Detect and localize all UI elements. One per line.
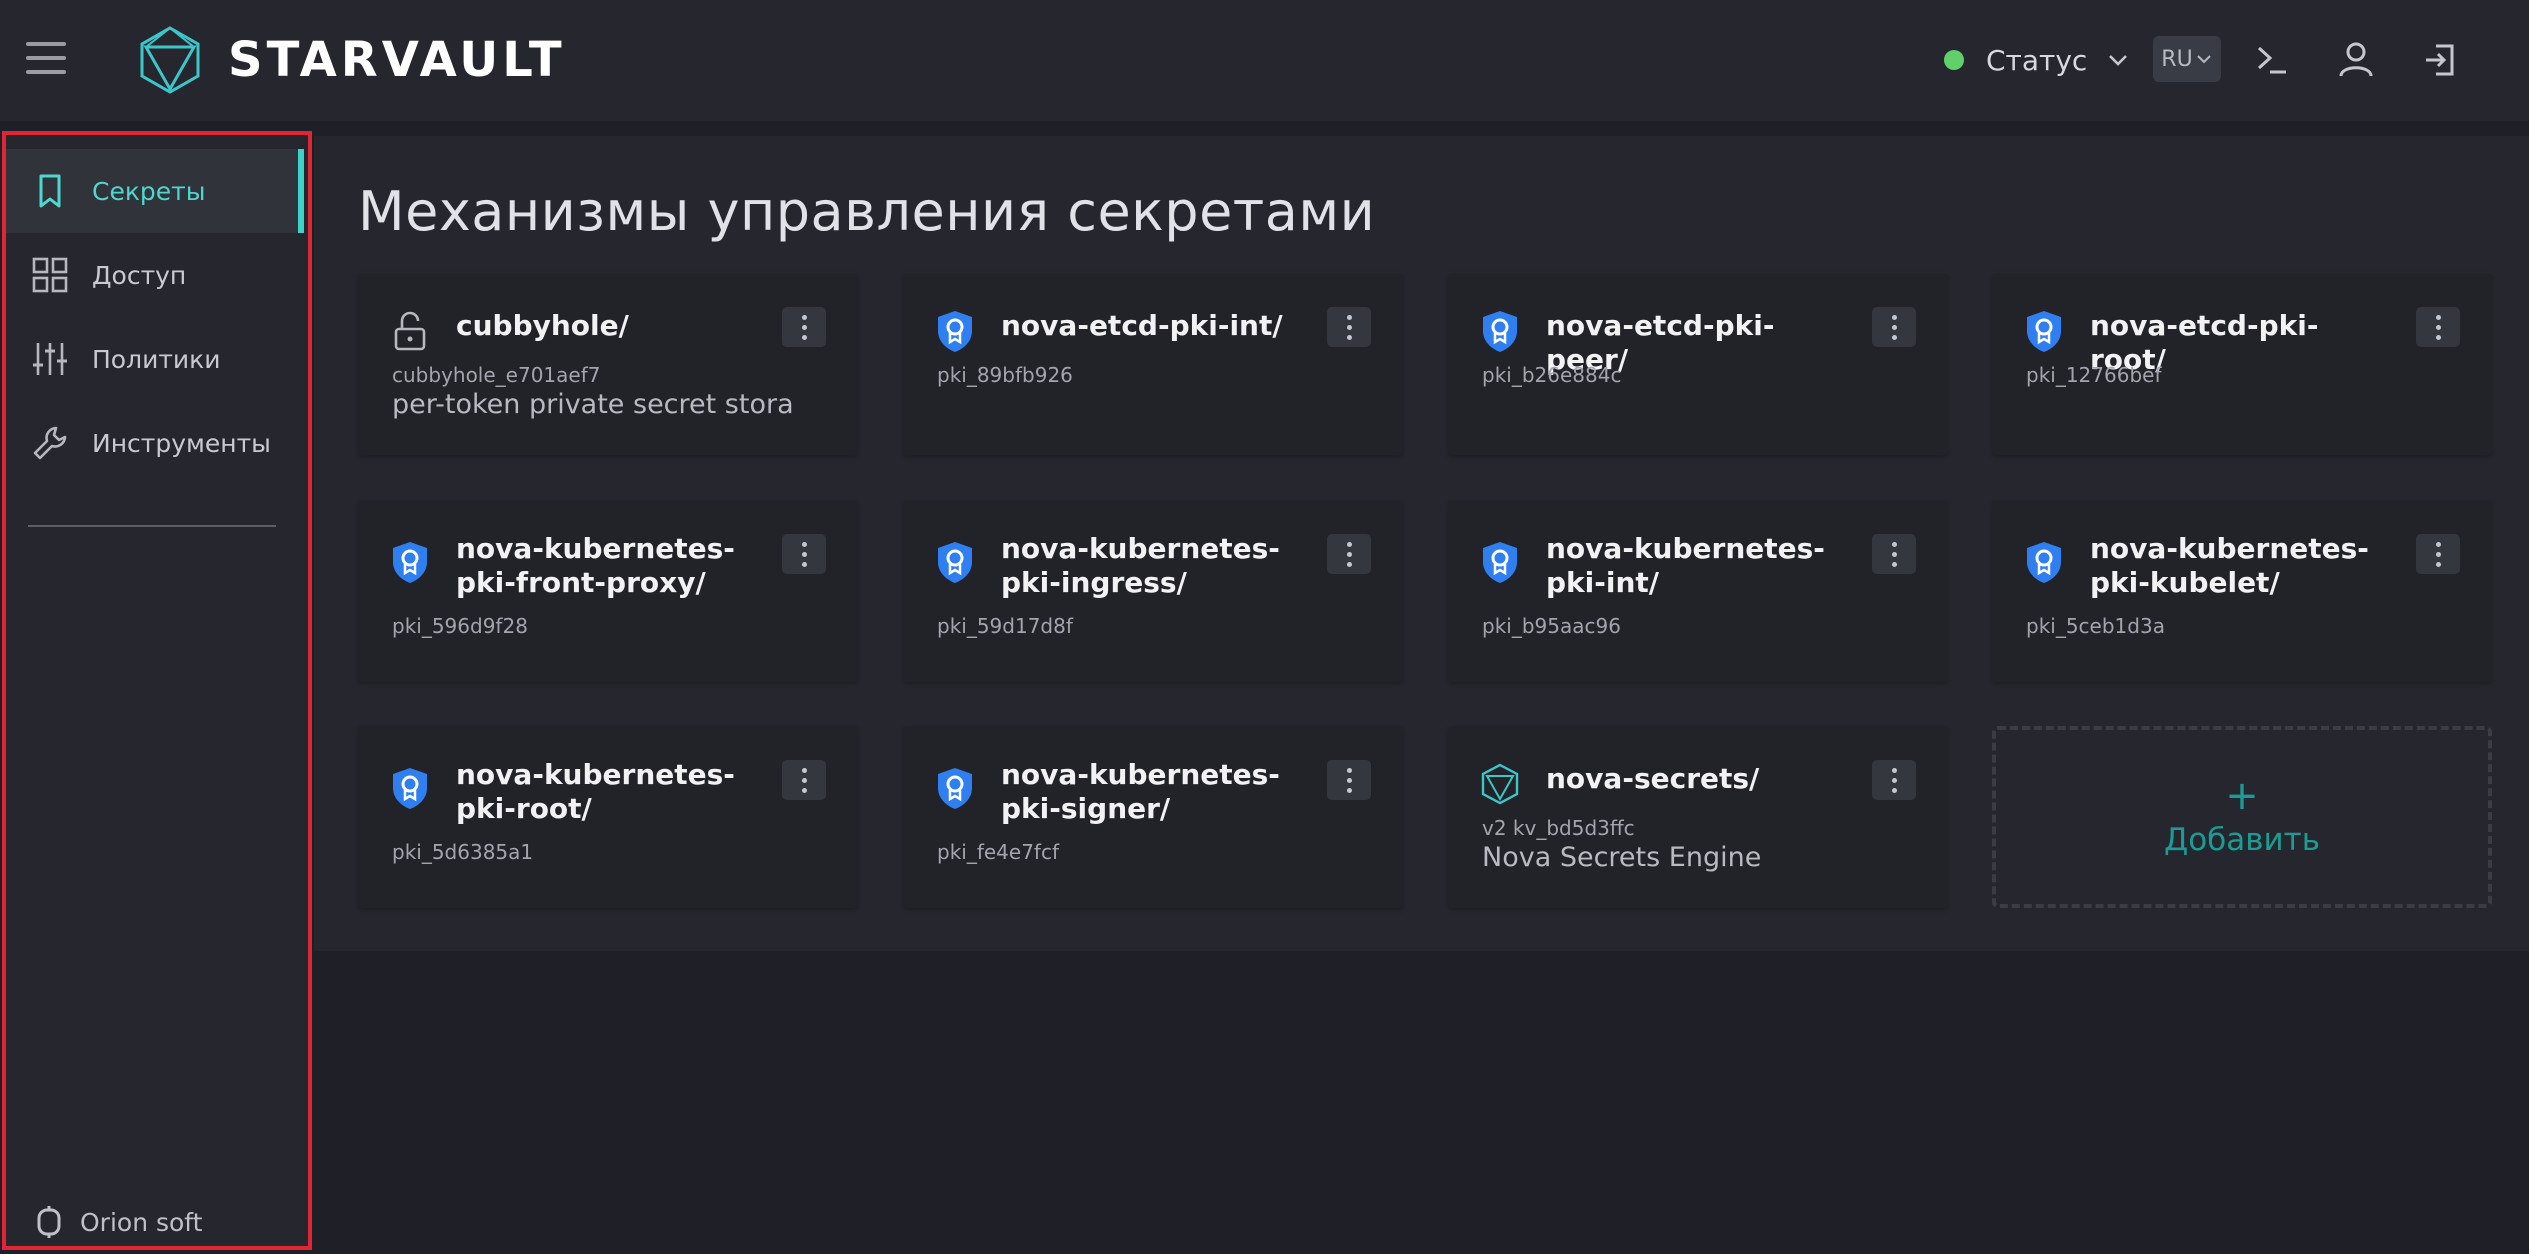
- card-accessor: pki_b95aac96: [1482, 614, 1621, 638]
- secret-engine-card[interactable]: nova-kubernetes-pki-ingress/ pki_59d17d8…: [903, 500, 1403, 682]
- sidebar: Секреты Доступ Политики Инструменты Orio…: [2, 131, 312, 1250]
- logout-icon[interactable]: [2418, 38, 2462, 82]
- card-title: nova-kubernetes-pki-ingress/: [1001, 532, 1280, 599]
- secret-engine-card[interactable]: nova-etcd-pki-root/ pki_12766bef: [1992, 273, 2492, 455]
- secret-engine-card[interactable]: nova-secrets/ v2 kv_bd5d3ffc Nova Secret…: [1448, 726, 1948, 908]
- card-title: nova-kubernetes-pki-kubelet/: [2090, 532, 2369, 599]
- menu-icon[interactable]: [26, 42, 66, 74]
- kv-engine-icon: [1481, 763, 1519, 805]
- sidebar-item-policies[interactable]: Политики: [6, 317, 298, 401]
- secret-engine-card[interactable]: nova-kubernetes-pki-signer/ pki_fe4e7fcf: [903, 726, 1403, 908]
- card-menu-button[interactable]: [1327, 760, 1371, 800]
- card-accessor: pki_89bfb926: [937, 363, 1073, 387]
- secret-engine-card[interactable]: cubbyhole/ cubbyhole_e701aef7 per-token …: [358, 273, 858, 455]
- card-menu-button[interactable]: [2416, 534, 2460, 574]
- sidebar-item-access[interactable]: Доступ: [6, 233, 298, 317]
- card-description: Nova Secrets Engine: [1482, 842, 1762, 873]
- card-title: nova-kubernetes-pki-int/: [1546, 532, 1825, 599]
- secret-engine-card[interactable]: nova-kubernetes-pki-int/ pki_b95aac96: [1448, 500, 1948, 682]
- card-menu-button[interactable]: [1872, 534, 1916, 574]
- card-menu-button[interactable]: [782, 307, 826, 347]
- certificate-badge-icon: [393, 542, 427, 583]
- secret-engine-card[interactable]: nova-etcd-pki-peer/ pki_b26e884c: [1448, 273, 1948, 455]
- certificate-badge-icon: [1483, 311, 1517, 352]
- card-menu-button[interactable]: [2416, 307, 2460, 347]
- brand-name[interactable]: STARVAULT: [228, 30, 566, 90]
- grid-icon: [32, 257, 68, 293]
- sidebar-item-label: Инструменты: [92, 428, 271, 458]
- card-accessor: v2 kv_bd5d3ffc: [1482, 816, 1635, 840]
- bookmark-icon: [39, 174, 61, 208]
- footer-brand-label: Orion soft: [80, 1207, 203, 1237]
- card-accessor: pki_12766bef: [2026, 363, 2162, 387]
- card-accessor: cubbyhole_e701aef7: [392, 363, 601, 387]
- card-title: nova-kubernetes-pki-signer/: [1001, 758, 1280, 825]
- card-accessor: pki_596d9f28: [392, 614, 528, 638]
- certificate-badge-icon: [938, 768, 972, 809]
- card-accessor: pki_5ceb1d3a: [2026, 614, 2165, 638]
- card-title: nova-etcd-pki-int/: [1001, 309, 1283, 342]
- certificate-badge-icon: [938, 542, 972, 583]
- sidebar-item-secrets[interactable]: Секреты: [6, 149, 304, 233]
- secret-engine-card[interactable]: nova-kubernetes-pki-kubelet/ pki_5ceb1d3…: [1992, 500, 2492, 682]
- language-selector[interactable]: RU: [2153, 36, 2221, 82]
- status-dropdown[interactable]: Статус: [1944, 36, 2131, 84]
- plus-icon: +: [2225, 773, 2259, 819]
- card-accessor: pki_b26e884c: [1482, 363, 1622, 387]
- add-label: Добавить: [2163, 822, 2321, 858]
- card-menu-button[interactable]: [1872, 760, 1916, 800]
- chevron-down-icon: [2109, 55, 2128, 66]
- status-indicator: [1944, 50, 1964, 70]
- card-title: nova-kubernetes-pki-front-proxy/: [456, 532, 735, 599]
- terminal-icon[interactable]: [2250, 38, 2294, 82]
- footer-brand: Orion soft: [34, 1205, 202, 1239]
- card-title: nova-secrets/: [1546, 762, 1760, 795]
- orion-logo-icon: [37, 1206, 61, 1238]
- sidebar-item-tools[interactable]: Инструменты: [6, 401, 298, 485]
- sliders-icon: [33, 343, 67, 375]
- secret-engine-card[interactable]: nova-etcd-pki-int/ pki_89bfb926: [903, 273, 1403, 455]
- logo-icon: [140, 26, 200, 94]
- page-title: Механизмы управления секретами: [358, 180, 1376, 243]
- top-header: STARVAULT Статус RU: [0, 0, 2529, 121]
- card-menu-button[interactable]: [1872, 307, 1916, 347]
- card-accessor: pki_5d6385a1: [392, 840, 534, 864]
- card-accessor: pki_59d17d8f: [937, 614, 1073, 638]
- wrench-icon: [33, 426, 67, 460]
- sidebar-item-label: Секреты: [92, 176, 206, 206]
- chevron-down-icon: [2196, 55, 2211, 64]
- certificate-badge-icon: [2027, 542, 2061, 583]
- card-menu-button[interactable]: [782, 534, 826, 574]
- sidebar-item-label: Политики: [92, 344, 221, 374]
- language-label: RU: [2161, 46, 2193, 72]
- sidebar-item-label: Доступ: [92, 260, 187, 290]
- card-title: cubbyhole/: [456, 309, 629, 342]
- secret-engine-card[interactable]: nova-kubernetes-pki-front-proxy/ pki_596…: [358, 500, 858, 682]
- unlock-icon: [394, 311, 426, 351]
- card-menu-button[interactable]: [782, 760, 826, 800]
- status-label: Статус: [1986, 43, 2088, 77]
- certificate-badge-icon: [393, 768, 427, 809]
- add-engine-button[interactable]: + Добавить: [1992, 726, 2492, 908]
- certificate-badge-icon: [1483, 542, 1517, 583]
- card-accessor: pki_fe4e7fcf: [937, 840, 1060, 864]
- card-description: per-token private secret storage: [392, 389, 792, 420]
- certificate-badge-icon: [938, 311, 972, 352]
- secret-engine-card[interactable]: nova-kubernetes-pki-root/ pki_5d6385a1: [358, 726, 858, 908]
- card-menu-button[interactable]: [1327, 307, 1371, 347]
- certificate-badge-icon: [2027, 311, 2061, 352]
- card-menu-button[interactable]: [1327, 534, 1371, 574]
- card-title: nova-kubernetes-pki-root/: [456, 758, 735, 825]
- user-icon[interactable]: [2334, 38, 2378, 82]
- sidebar-divider: [28, 525, 276, 527]
